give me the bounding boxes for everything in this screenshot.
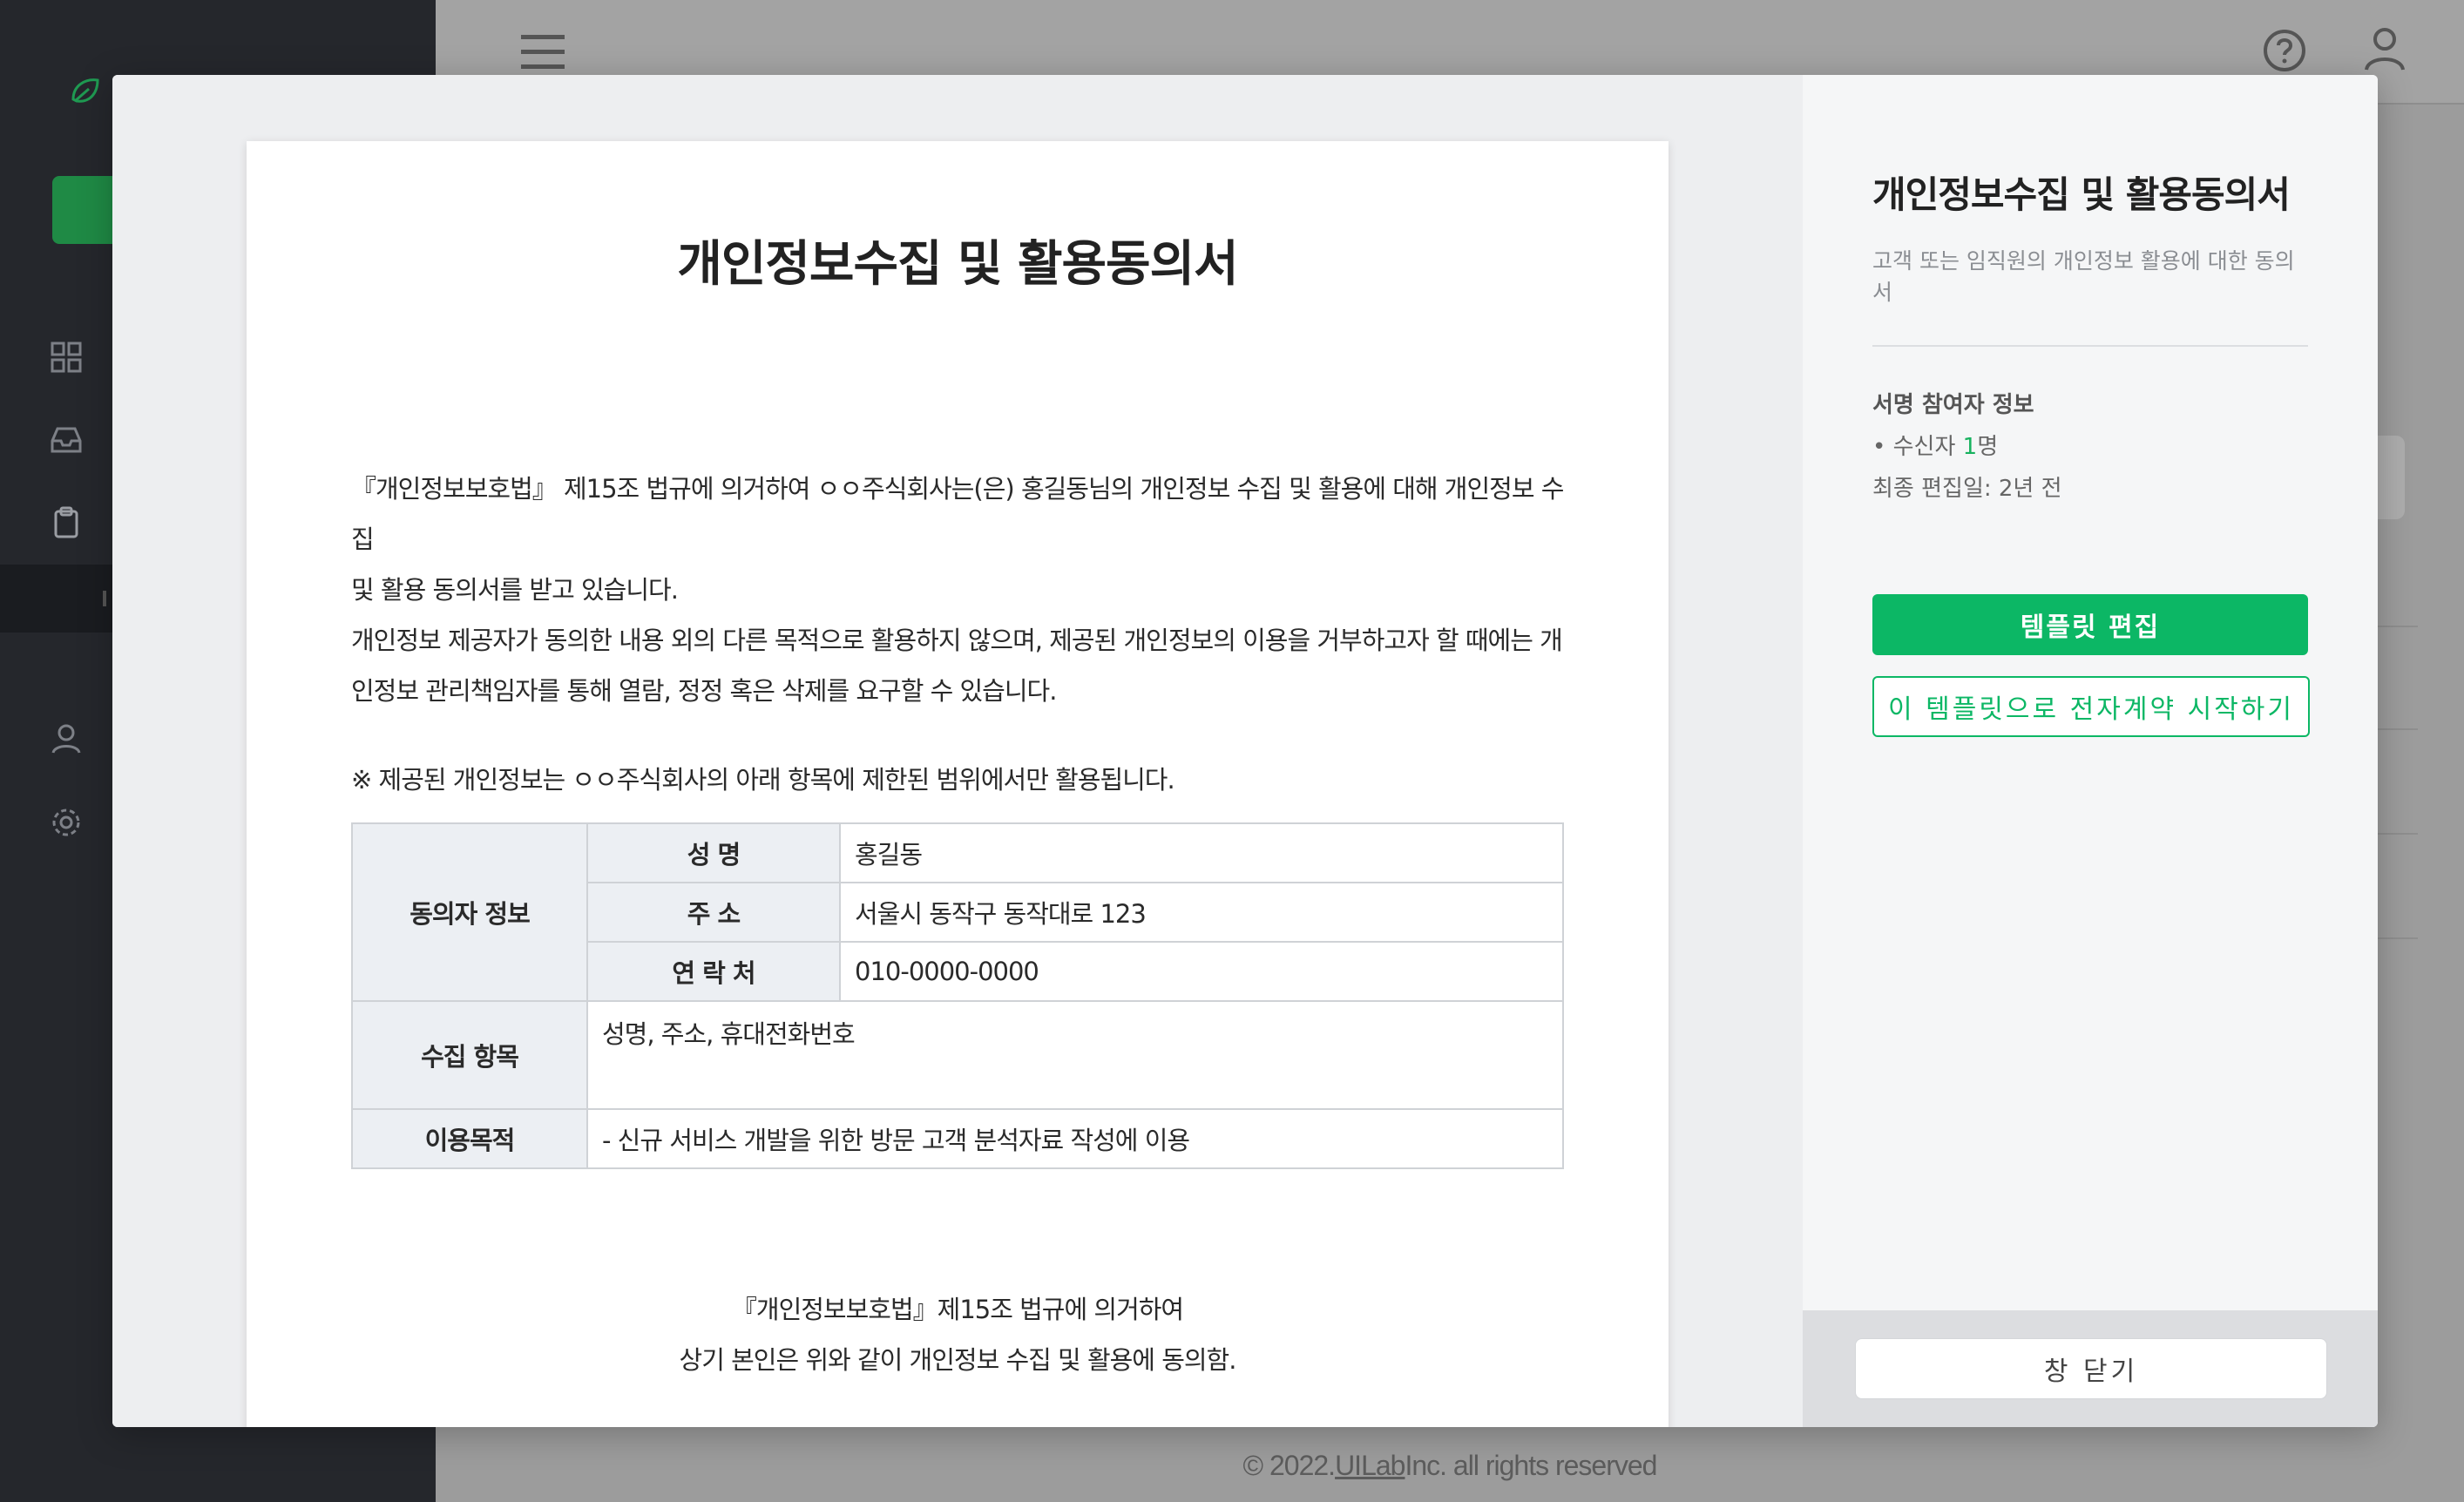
recipient-label: • 수신자 bbox=[1872, 434, 1963, 460]
closing-line-2: 상기 본인은 위와 같이 개인정보 수집 및 활용에 동의함. bbox=[679, 1345, 1237, 1375]
document-paragraph-1: 『개인정보보호법』 제15조 법규에 의거하여 ㅇㅇ주식회사는(은) 홍길동님의… bbox=[351, 463, 1571, 615]
name-label: 성 명 bbox=[586, 822, 841, 883]
panel-description: 고객 또는 임직원의 개인정보 활용에 대한 동의서 bbox=[1872, 248, 2295, 305]
close-window-button[interactable]: 창 닫기 bbox=[1855, 1338, 2327, 1399]
consenter-header: 동의자 정보 bbox=[351, 822, 588, 1002]
dashboard-icon[interactable] bbox=[49, 340, 84, 375]
footer-suffix: Inc. all rights reserved bbox=[1405, 1450, 1657, 1481]
recipient-count: 1 bbox=[1962, 434, 1978, 460]
purpose-label: 이용목적 bbox=[351, 1108, 588, 1169]
paragraph-2-line-2: 인정보 관리책임자를 통해 열람, 정정 혹은 삭제를 요구할 수 있습니다. bbox=[351, 676, 1057, 706]
consent-info-table: 동의자 정보 성 명 홍길동 주 소 서울시 동작구 동작대로 123 연 락 … bbox=[351, 822, 1564, 1169]
clipboard-icon[interactable] bbox=[49, 505, 84, 540]
background-divider bbox=[2374, 626, 2418, 627]
panel-footer: 창 닫기 bbox=[1803, 1310, 2378, 1427]
document-preview-area[interactable]: 개인정보수집 및 활용동의서 『개인정보보호법』 제15조 법규에 의거하여 ㅇ… bbox=[112, 75, 1803, 1427]
purpose-value: - 신규 서비스 개발을 위한 방문 고객 분석자료 작성에 이용 bbox=[586, 1108, 1564, 1169]
edit-template-button[interactable]: 템플릿 편집 bbox=[1872, 594, 2308, 655]
leaf-logo-icon bbox=[71, 78, 99, 103]
name-value: 홍길동 bbox=[839, 822, 1564, 883]
panel-title: 개인정보수집 및 활용동의서 bbox=[1872, 173, 2291, 216]
document-note: ※ 제공된 개인정보는 ㅇㅇ주식회사의 아래 항목에 제한된 범위에서만 활용됩… bbox=[351, 765, 1175, 795]
document-paragraph-2: 개인정보 제공자가 동의한 내용 외의 다른 목적으로 활용하지 않으며, 제공… bbox=[351, 615, 1571, 716]
closing-line-1: 『개인정보보호법』제15조 법규에 의거하여 bbox=[731, 1295, 1184, 1324]
signer-info-heading: 서명 참여자 정보 bbox=[1872, 392, 2034, 418]
profile-icon[interactable] bbox=[2363, 26, 2406, 73]
user-icon[interactable] bbox=[49, 721, 84, 756]
paragraph-1-line-1: 『개인정보보호법』 제15조 법규에 의거하여 ㅇㅇ주식회사는(은) 홍길동님의… bbox=[351, 474, 1564, 554]
contact-label: 연 락 처 bbox=[586, 941, 841, 1002]
menu-icon[interactable] bbox=[521, 33, 565, 71]
inbox-icon[interactable] bbox=[49, 422, 84, 457]
address-value: 서울시 동작구 동작대로 123 bbox=[839, 882, 1564, 943]
paragraph-1-line-2: 및 활용 동의서를 받고 있습니다. bbox=[351, 575, 679, 605]
footer-company-link[interactable]: UILab bbox=[1335, 1450, 1405, 1481]
panel-divider bbox=[1872, 345, 2308, 347]
document-page: 개인정보수집 및 활용동의서 『개인정보보호법』 제15조 법규에 의거하여 ㅇ… bbox=[247, 141, 1669, 1427]
document-title: 개인정보수집 및 활용동의서 bbox=[677, 236, 1238, 293]
address-label: 주 소 bbox=[586, 882, 841, 943]
background-divider bbox=[2374, 937, 2418, 939]
background-divider bbox=[2374, 833, 2418, 835]
template-info-panel: 개인정보수집 및 활용동의서 고객 또는 임직원의 개인정보 활용에 대한 동의… bbox=[1803, 75, 2378, 1427]
signer-recipient-count: • 수신자 1명 bbox=[1872, 429, 1998, 461]
start-contract-button[interactable]: 이 템플릿으로 전자계약 시작하기 bbox=[1872, 676, 2310, 737]
template-preview-modal: 개인정보수집 및 활용동의서 『개인정보보호법』 제15조 법규에 의거하여 ㅇ… bbox=[112, 75, 2378, 1427]
paragraph-2-line-1: 개인정보 제공자가 동의한 내용 외의 다른 목적으로 활용하지 않으며, 제공… bbox=[351, 626, 1563, 655]
collect-items-value: 성명, 주소, 휴대전화번호 bbox=[586, 1000, 1564, 1110]
recipient-unit: 명 bbox=[1977, 434, 1999, 460]
footer-copyright: © 2022.UILabInc. all rights reserved bbox=[436, 1450, 2464, 1482]
collect-items-label: 수집 항목 bbox=[351, 1000, 588, 1110]
background-divider bbox=[2374, 728, 2418, 730]
gear-icon[interactable] bbox=[49, 805, 84, 840]
contact-value: 010-0000-0000 bbox=[839, 941, 1564, 1002]
help-icon[interactable] bbox=[2262, 28, 2307, 73]
last-edited-text: 최종 편집일: 2년 전 bbox=[1872, 476, 2062, 502]
sidebar-active-marker bbox=[103, 591, 106, 606]
footer-prefix: © 2022. bbox=[1242, 1450, 1337, 1481]
